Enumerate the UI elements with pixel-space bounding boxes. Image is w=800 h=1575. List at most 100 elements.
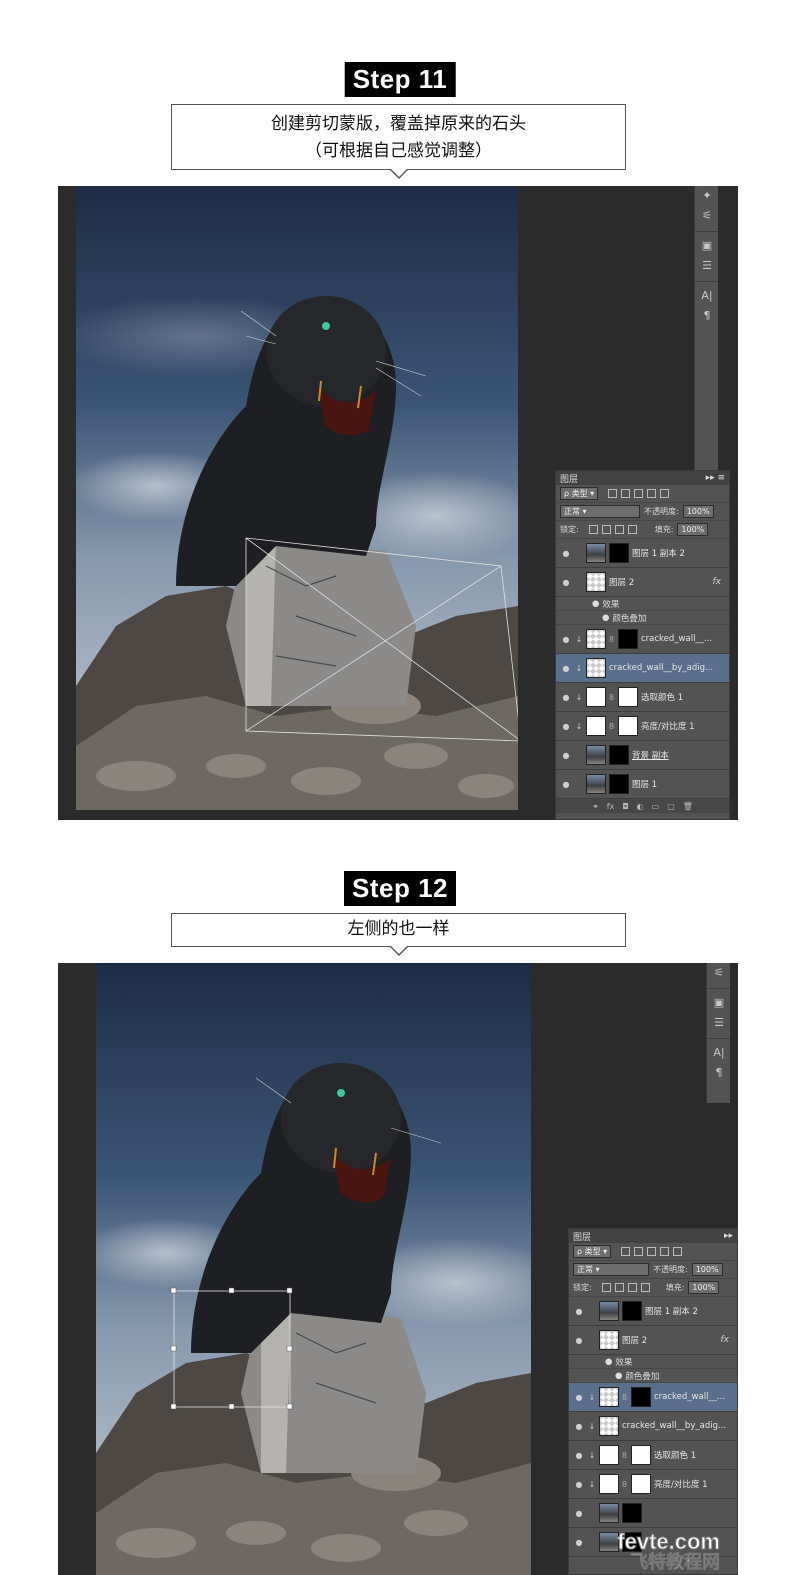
fill-input[interactable]: 100% — [677, 523, 709, 536]
layer-row-selected[interactable]: ● ↓ cracked_wall__by_adig... — [556, 654, 729, 683]
effects-row[interactable]: ● 效果 — [569, 1355, 737, 1369]
layer-mask — [609, 543, 629, 563]
folder-icon[interactable]: ▭ — [652, 802, 660, 811]
clip-arrow-icon: ↓ — [575, 663, 583, 673]
step-11-caption-line1: 创建剪切蒙版，覆盖掉原来的石头 — [271, 114, 526, 134]
panel-menu-icon[interactable]: ▸▸ — [724, 1231, 733, 1241]
layer-row[interactable]: ● 图层 1 — [556, 770, 729, 799]
opacity-label: 不透明度: — [644, 507, 679, 516]
eye-icon[interactable]: ● — [560, 578, 572, 587]
clip-arrow-icon: ↓ — [575, 721, 583, 731]
clip-arrow-icon: ↓ — [588, 1450, 596, 1460]
layer-filter-select[interactable]: ρ 类型 ▾ — [560, 487, 599, 500]
fx-icon: fx — [712, 577, 722, 587]
fx-icon: fx — [720, 1335, 730, 1345]
document-canvas[interactable] — [76, 186, 518, 810]
step-12-badge: Step 12 — [344, 871, 456, 906]
layers-panel-footer: ⚭ fx ◘ ◐ ▭ ▢ 🗑 — [556, 799, 729, 813]
lock-label: 锁定: — [560, 525, 579, 534]
panel-menu-icon[interactable]: ▸▸ ≡ — [706, 473, 725, 483]
filter-icons[interactable] — [621, 1247, 683, 1256]
step-12-caption-line1: 左侧的也一样 — [347, 919, 450, 939]
color-overlay-row[interactable]: ● 颜色叠加 — [569, 1369, 737, 1383]
eye-icon[interactable]: ● — [573, 1538, 585, 1547]
layer-row[interactable]: ● ↓ 8 亮度/对比度 1 — [556, 712, 729, 741]
composite-artwork — [76, 186, 518, 810]
step-11-caption: 创建剪切蒙版，覆盖掉原来的石头 （可根据自己感觉调整） — [171, 104, 626, 179]
watermark-name: 飞特教程网 — [630, 1552, 721, 1573]
layers-panel-header: 图层 ▸▸ — [569, 1229, 737, 1243]
document-canvas[interactable] — [96, 963, 531, 1575]
blend-mode-select[interactable]: 正常 ▾ — [573, 1263, 649, 1276]
layer-row-selected[interactable]: ● ↓ 8 cracked_wall__... — [569, 1383, 737, 1412]
history-icon[interactable]: ▣ — [695, 236, 719, 256]
layer-row[interactable]: ● 图层 2 fx — [556, 568, 729, 597]
clip-arrow-icon: ↓ — [588, 1479, 596, 1489]
adjustment-icon[interactable]: ◐ — [637, 802, 644, 811]
history-icon[interactable]: ▣ — [707, 993, 731, 1013]
photoshop-window-step12: ⚟ ▣ ☰ A| ¶ 图层 ▸▸ ρ 类型 ▾ 正常 ▾ 不透明度: 100% — [58, 963, 738, 1575]
mask-icon[interactable]: ◘ — [622, 802, 628, 811]
layer-row[interactable]: ● 背景 副本 — [556, 741, 729, 770]
eye-icon[interactable]: ● — [560, 722, 572, 731]
clip-arrow-icon: ↓ — [575, 634, 583, 644]
filter-icons[interactable] — [608, 489, 670, 498]
layer-row[interactable]: ● ↓ 8 选取颜色 1 — [556, 683, 729, 712]
eye-icon[interactable]: ● — [573, 1509, 585, 1518]
trash-icon[interactable]: 🗑 — [683, 802, 693, 811]
eye-icon[interactable]: ● — [573, 1336, 585, 1345]
character-icon[interactable]: A| — [695, 286, 719, 306]
chain-icon: 8 — [609, 634, 615, 644]
layer-row[interactable]: ● 图层 1 副本 2 — [556, 539, 729, 568]
layer-row[interactable]: ● — [569, 1499, 737, 1528]
opacity-input[interactable]: 100% — [691, 1263, 723, 1276]
composite-artwork — [96, 963, 531, 1575]
eye-icon[interactable]: ● — [560, 664, 572, 673]
link-icon[interactable]: ⚭ — [592, 802, 599, 811]
adjust-icon[interactable]: ⚟ — [707, 963, 731, 983]
eye-icon[interactable]: ● — [573, 1422, 585, 1431]
eye-icon[interactable]: ● — [560, 693, 572, 702]
eye-icon[interactable]: ● — [573, 1307, 585, 1316]
character-icon[interactable]: A| — [707, 1043, 731, 1063]
clip-arrow-icon: ↓ — [588, 1392, 596, 1402]
fill-input[interactable]: 100% — [688, 1281, 720, 1294]
layer-row[interactable]: ● ↓ 8 选取颜色 1 — [569, 1441, 737, 1470]
color-overlay-row[interactable]: ● 颜色叠加 — [556, 611, 729, 625]
eye-icon[interactable]: ● — [560, 549, 572, 558]
layer-row[interactable]: ● ↓ cracked_wall__by_adig... — [569, 1412, 737, 1441]
layer-filter-select[interactable]: ρ 类型 ▾ — [573, 1245, 612, 1258]
adjust-icon[interactable]: ⚟ — [695, 206, 719, 226]
right-tool-strip: ⚟ ▣ ☰ A| ¶ — [706, 963, 730, 1103]
eye-icon[interactable]: ● — [560, 751, 572, 760]
blend-mode-select[interactable]: 正常 ▾ — [560, 505, 640, 518]
lock-icons[interactable] — [601, 1283, 650, 1292]
properties-icon[interactable]: ☰ — [707, 1013, 731, 1033]
opacity-input[interactable]: 100% — [682, 505, 714, 518]
properties-icon[interactable]: ☰ — [695, 256, 719, 276]
step-11-caption-line2: （可根据自己感觉调整） — [305, 141, 492, 161]
photoshop-window-step11: ✦ ⚟ ▣ ☰ A| ¶ 图层 ▸▸ ≡ ρ 类型 ▾ 正常 ▾ 不透明度: 1… — [58, 186, 738, 820]
paragraph-icon[interactable]: ¶ — [707, 1063, 731, 1083]
layer-row[interactable]: ● ↓ 8 亮度/对比度 1 — [569, 1470, 737, 1499]
eye-icon[interactable]: ● — [573, 1451, 585, 1460]
layer-row[interactable]: ● 图层 2 fx — [569, 1326, 737, 1355]
step-12-caption: 左侧的也一样 — [171, 913, 626, 956]
eye-icon: ● — [602, 612, 610, 623]
clip-arrow-icon: ↓ — [588, 1421, 596, 1431]
eye-icon[interactable]: ● — [573, 1393, 585, 1402]
new-layer-icon[interactable]: ▢ — [667, 802, 675, 811]
brush-preset-icon[interactable]: ✦ — [695, 186, 719, 206]
step-11-badge: Step 11 — [344, 62, 456, 97]
layer-row[interactable]: ● 图层 1 副本 2 — [569, 1297, 737, 1326]
layer-row[interactable]: ● ↓ 8 cracked_wall__... — [556, 625, 729, 654]
paragraph-icon[interactable]: ¶ — [695, 306, 719, 326]
tutorial-page: Step 11 创建剪切蒙版，覆盖掉原来的石头 （可根据自己感觉调整） ✦ ⚟ … — [0, 0, 800, 1575]
fx-icon[interactable]: fx — [607, 802, 615, 811]
eye-icon[interactable]: ● — [560, 635, 572, 644]
lock-icons[interactable] — [588, 525, 637, 534]
eye-icon[interactable]: ● — [573, 1480, 585, 1489]
eye-icon[interactable]: ● — [560, 780, 572, 789]
effects-row[interactable]: ● 效果 — [556, 597, 729, 611]
watermark-url: fevte.com — [617, 1529, 721, 1554]
